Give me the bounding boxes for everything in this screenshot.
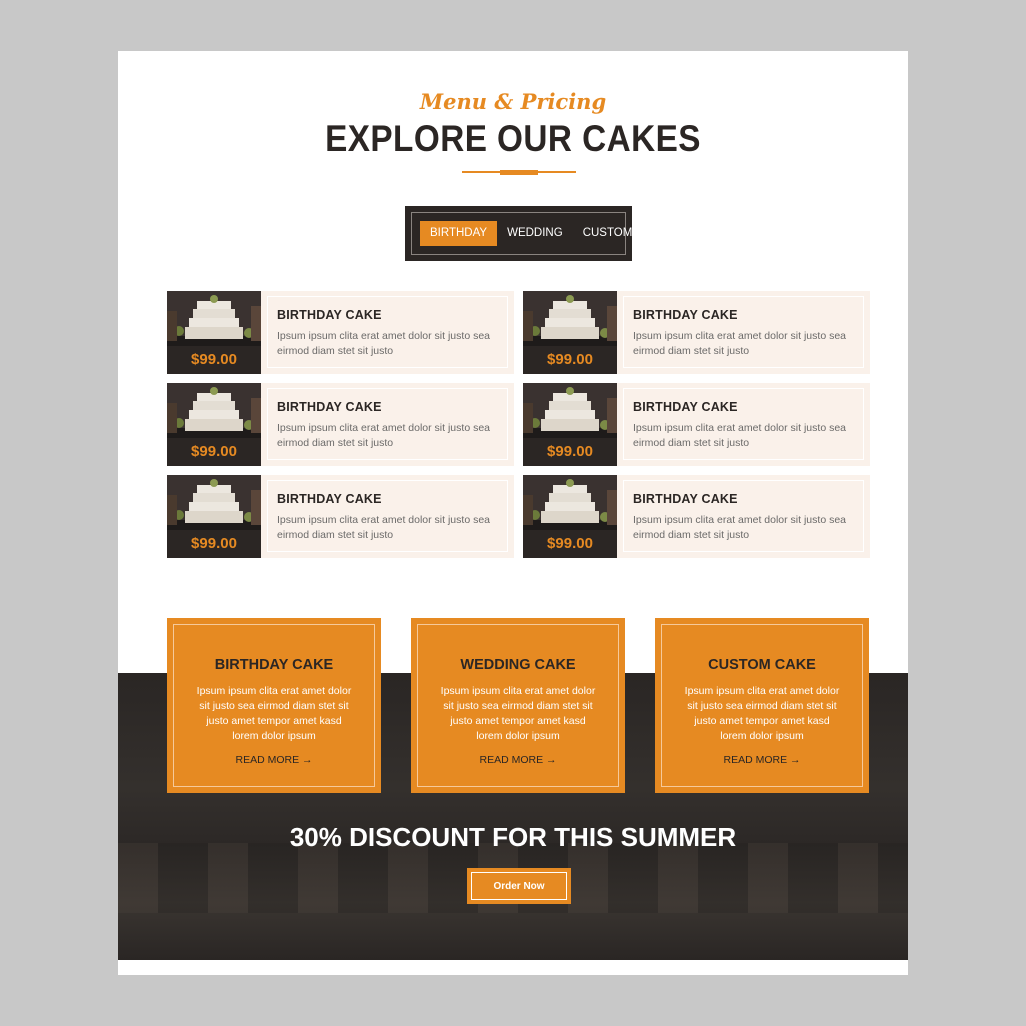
card-description: Ipsum ipsum clita erat amet dolor sit ju… [196, 685, 352, 742]
section-subtitle: Menu & Pricing [419, 89, 607, 114]
item-text-box: BIRTHDAY CAKE Ipsum ipsum clita erat ame… [623, 296, 864, 368]
item-name: BIRTHDAY CAKE [277, 308, 382, 322]
card-border: BIRTHDAY CAKE Ipsum ipsum clita erat ame… [173, 624, 375, 787]
item-description: Ipsum ipsum clita erat amet dolor sit ju… [277, 514, 491, 541]
menu-item[interactable]: $99.00 BIRTHDAY CAKE Ipsum ipsum clita e… [523, 475, 870, 558]
card-description: Ipsum ipsum clita erat amet dolor sit ju… [440, 685, 596, 742]
order-now-button[interactable]: Order Now [467, 868, 571, 904]
promo-headline: 30% DISCOUNT FOR THIS SUMMER [289, 822, 737, 852]
item-name: BIRTHDAY CAKE [277, 400, 382, 414]
card-title: BIRTHDAY CAKE [214, 657, 334, 673]
item-text-box: BIRTHDAY CAKE Ipsum ipsum clita erat ame… [267, 480, 508, 552]
item-name: BIRTHDAY CAKE [277, 492, 382, 506]
item-description: Ipsum ipsum clita erat amet dolor sit ju… [633, 422, 847, 449]
item-text-box: BIRTHDAY CAKE Ipsum ipsum clita erat ame… [623, 388, 864, 460]
item-name: BIRTHDAY CAKE [633, 492, 738, 506]
category-tabs: BIRTHDAY WEDDING CUSTOM [405, 206, 632, 261]
item-name: BIRTHDAY CAKE [633, 308, 738, 322]
item-price: $99.00 [167, 530, 261, 558]
item-price: $99.00 [167, 438, 261, 466]
category-card-birthday: BIRTHDAY CAKE Ipsum ipsum clita erat ame… [167, 618, 381, 793]
category-card-custom: CUSTOM CAKE Ipsum ipsum clita erat amet … [655, 618, 869, 793]
read-more-link[interactable]: READ MORE → [418, 754, 618, 766]
item-description: Ipsum ipsum clita erat amet dolor sit ju… [633, 514, 847, 541]
tab-wedding[interactable]: WEDDING [497, 221, 573, 246]
item-text-box: BIRTHDAY CAKE Ipsum ipsum clita erat ame… [267, 388, 508, 460]
title-divider-accent [500, 170, 538, 175]
card-description: Ipsum ipsum clita erat amet dolor sit ju… [684, 685, 840, 742]
card-title: WEDDING CAKE [460, 657, 576, 673]
category-card-wedding: WEDDING CAKE Ipsum ipsum clita erat amet… [411, 618, 625, 793]
item-name: BIRTHDAY CAKE [633, 400, 738, 414]
menu-item[interactable]: $99.00 BIRTHDAY CAKE Ipsum ipsum clita e… [167, 475, 514, 558]
tab-custom[interactable]: CUSTOM [573, 221, 643, 246]
read-more-link[interactable]: READ MORE → [662, 754, 862, 766]
item-price: $99.00 [523, 530, 617, 558]
item-price: $99.00 [523, 346, 617, 374]
menu-item-grid: $99.00 BIRTHDAY CAKE Ipsum ipsum clita e… [167, 291, 870, 558]
order-now-label: Order Now [471, 872, 567, 900]
card-border: CUSTOM CAKE Ipsum ipsum clita erat amet … [661, 624, 863, 787]
tab-birthday[interactable]: BIRTHDAY [420, 221, 498, 246]
item-price: $99.00 [523, 438, 617, 466]
card-border: WEDDING CAKE Ipsum ipsum clita erat amet… [417, 624, 619, 787]
item-description: Ipsum ipsum clita erat amet dolor sit ju… [633, 330, 847, 357]
item-price: $99.00 [167, 346, 261, 374]
menu-item[interactable]: $99.00 BIRTHDAY CAKE Ipsum ipsum clita e… [167, 291, 514, 374]
category-tabs-inner: BIRTHDAY WEDDING CUSTOM [411, 212, 632, 255]
card-title: CUSTOM CAKE [708, 657, 816, 673]
menu-item[interactable]: $99.00 BIRTHDAY CAKE Ipsum ipsum clita e… [523, 383, 870, 466]
item-text-box: BIRTHDAY CAKE Ipsum ipsum clita erat ame… [267, 296, 508, 368]
item-text-box: BIRTHDAY CAKE Ipsum ipsum clita erat ame… [623, 480, 864, 552]
read-more-link[interactable]: READ MORE → [174, 754, 374, 766]
page-frame: Menu & Pricing EXPLORE OUR CAKES BIRTHDA… [118, 51, 908, 975]
page-title: EXPLORE OUR CAKES [325, 118, 701, 159]
menu-item[interactable]: $99.00 BIRTHDAY CAKE Ipsum ipsum clita e… [167, 383, 514, 466]
item-description: Ipsum ipsum clita erat amet dolor sit ju… [277, 422, 491, 449]
item-description: Ipsum ipsum clita erat amet dolor sit ju… [277, 330, 491, 357]
menu-item[interactable]: $99.00 BIRTHDAY CAKE Ipsum ipsum clita e… [523, 291, 870, 374]
